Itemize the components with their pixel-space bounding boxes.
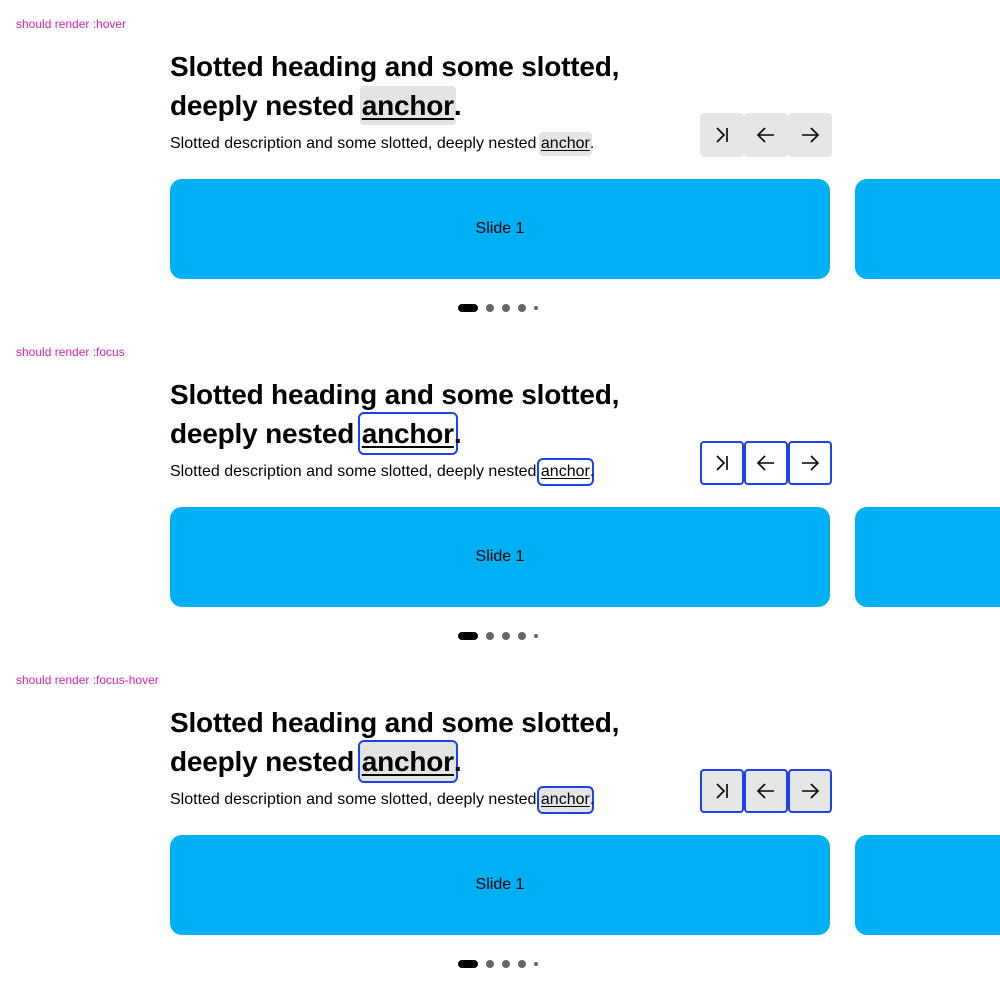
slide-2-peek[interactable]: [855, 179, 1000, 279]
skip-to-end-button[interactable]: [700, 113, 744, 157]
slide-1[interactable]: Slide 1: [170, 507, 830, 607]
pagination-dot: [486, 632, 494, 640]
pagination-dot-small: [534, 306, 538, 310]
carousel-section-focus: should render :focus Slotted heading and…: [0, 328, 1000, 656]
pagination-dot: [486, 960, 494, 968]
skip-to-end-icon: [716, 455, 728, 471]
carousel-nav: [700, 113, 832, 157]
pagination-dot: [486, 304, 494, 312]
next-slide-button[interactable]: [788, 441, 832, 485]
section-label: should render :focus-hover: [16, 673, 159, 687]
carousel-section-focus-hover: should render :focus-hover Slotted headi…: [0, 656, 1000, 984]
skip-to-end-button[interactable]: [700, 769, 744, 813]
skip-to-end-icon: [716, 127, 728, 143]
description-anchor-link[interactable]: anchor: [538, 132, 592, 156]
pagination-dot: [502, 632, 510, 640]
pagination-dot: [518, 304, 526, 312]
carousel-section-hover: should render :hover Slotted heading and…: [0, 0, 1000, 328]
heading-end: .: [453, 418, 462, 449]
arrow-left-icon: [756, 127, 774, 143]
carousel-heading: Slotted heading and some slotted, deeply…: [170, 47, 690, 125]
carousel-heading: Slotted heading and some slotted, deeply…: [170, 375, 690, 455]
arrow-right-icon: [802, 127, 820, 143]
pagination-dot-active: [458, 304, 478, 312]
description-end: .: [589, 791, 595, 808]
description-anchor-link[interactable]: anchor: [536, 458, 594, 486]
carousel-description: Slotted description and some slotted, de…: [170, 458, 595, 486]
pagination-dot-active: [458, 960, 478, 968]
skip-to-end-button[interactable]: [700, 441, 744, 485]
description-end: .: [589, 135, 595, 152]
prev-slide-button[interactable]: [744, 441, 788, 485]
next-slide-button[interactable]: [788, 769, 832, 813]
heading-anchor-link[interactable]: anchor: [357, 740, 458, 783]
arrow-left-icon: [756, 783, 774, 799]
pagination-dot-active: [458, 632, 478, 640]
description-text: Slotted description and some slotted, de…: [170, 463, 541, 480]
description-text: Slotted description and some slotted, de…: [170, 791, 541, 808]
arrow-right-icon: [802, 783, 820, 799]
carousel-heading: Slotted heading and some slotted, deeply…: [170, 703, 690, 783]
prev-slide-button[interactable]: [744, 769, 788, 813]
pagination-dot: [518, 960, 526, 968]
heading-anchor-link[interactable]: anchor: [357, 412, 458, 455]
carousel-pagination: [458, 632, 538, 640]
carousel-pagination: [458, 304, 538, 312]
slide-1[interactable]: Slide 1: [170, 835, 830, 935]
description-text: Slotted description and some slotted, de…: [170, 135, 541, 152]
heading-end: .: [453, 746, 462, 777]
arrow-right-icon: [802, 455, 820, 471]
pagination-dot: [502, 304, 510, 312]
carousel-description: Slotted description and some slotted, de…: [170, 786, 595, 814]
heading-end: .: [453, 90, 462, 121]
carousel-nav: [700, 441, 832, 485]
description-anchor-link[interactable]: anchor: [536, 786, 594, 814]
pagination-dot-small: [534, 962, 538, 966]
slide-2-peek[interactable]: [855, 507, 1000, 607]
pagination-dot: [518, 632, 526, 640]
carousel-pagination: [458, 960, 538, 968]
heading-anchor-link[interactable]: anchor: [359, 86, 456, 125]
next-slide-button[interactable]: [788, 113, 832, 157]
skip-to-end-icon: [716, 783, 728, 799]
slide-2-peek[interactable]: [855, 835, 1000, 935]
slide-1[interactable]: Slide 1: [170, 179, 830, 279]
pagination-dot-small: [534, 634, 538, 638]
section-label: should render :hover: [16, 17, 127, 31]
arrow-left-icon: [756, 455, 774, 471]
prev-slide-button[interactable]: [744, 113, 788, 157]
carousel-description: Slotted description and some slotted, de…: [170, 132, 594, 156]
pagination-dot: [502, 960, 510, 968]
carousel-nav: [700, 769, 832, 813]
description-end: .: [589, 463, 595, 480]
section-label: should render :focus: [16, 345, 125, 359]
